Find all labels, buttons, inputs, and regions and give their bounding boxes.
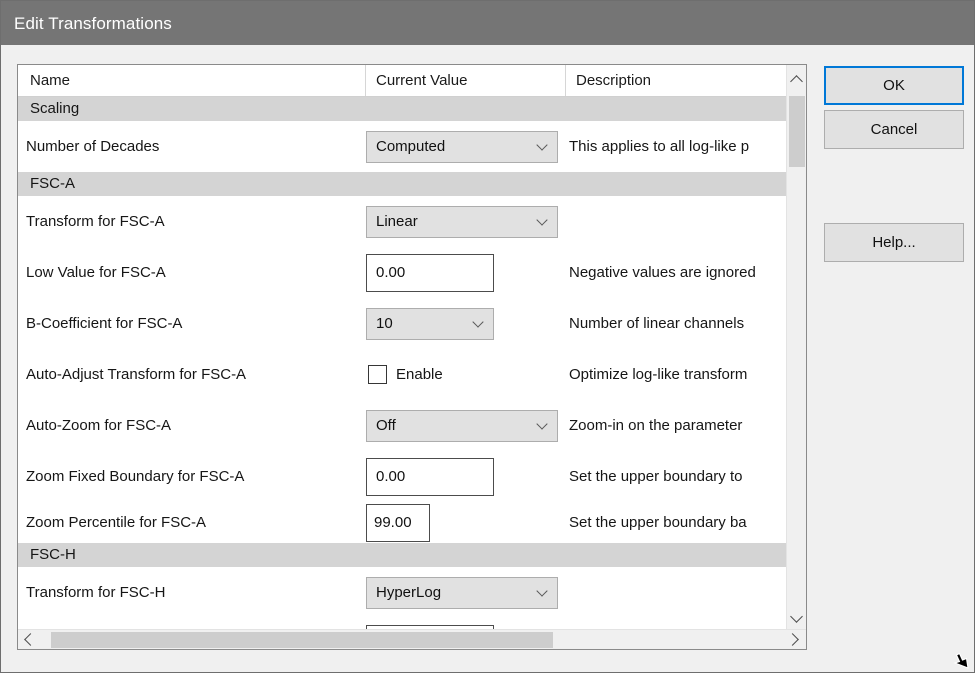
resize-nwse-cursor — [952, 650, 970, 670]
table-row: Auto-Zoom for FSC-A Off Zoom-in on the par… — [18, 400, 788, 451]
transformations-grid-panel: Name Current Value Description ScalingNu… — [17, 64, 807, 650]
grid-header-row: Name Current Value Description — [18, 65, 788, 97]
row-description: Set the upper boundary to — [569, 451, 788, 502]
row-value-cell: Enable — [366, 349, 566, 400]
table-row: Transform for FSC-A Linear — [18, 196, 788, 247]
dropdown-b-coefficient-for-fsc-a[interactable]: 10 — [366, 308, 494, 340]
chevron-down-icon — [790, 610, 803, 623]
dropdown-value: HyperLog — [376, 584, 441, 601]
row-name-label: Low Value for FSC-A — [26, 247, 166, 298]
scroll-down-button[interactable] — [787, 608, 806, 627]
dropdown-value: Linear — [376, 213, 418, 230]
row-value-cell: 10 — [366, 298, 566, 349]
row-description: Optimize log-like transform — [569, 349, 788, 400]
row-description: Zoom-in on the parameter — [569, 400, 788, 451]
row-description: Set the upper boundary ba — [569, 502, 788, 543]
section-header-row: Scaling — [18, 97, 788, 121]
input-zoom-fixed-boundary-for-fsc-a[interactable]: 0.00 — [366, 458, 494, 496]
table-row: B-Coefficient for FSC-A 10 Number of linea… — [18, 298, 788, 349]
table-row: Auto-Adjust Transform for FSC-A Enable Opt… — [18, 349, 788, 400]
row-value-cell: 0.00 — [366, 247, 566, 298]
dropdown-value: Computed — [376, 138, 445, 155]
row-value-cell: Computed — [366, 121, 566, 172]
scroll-right-button[interactable] — [783, 630, 803, 649]
dropdown-auto-zoom-for-fsc-a[interactable]: Off — [366, 410, 558, 442]
horizontal-scrollbar-thumb[interactable] — [51, 632, 553, 648]
chevron-down-icon — [538, 216, 548, 226]
dropdown-value: Off — [376, 417, 396, 434]
checkbox-label: Enable — [396, 366, 443, 383]
edit-transformations-dialog: Edit Transformations Name Current Value … — [0, 0, 975, 673]
window-title: Edit Transformations — [14, 14, 172, 34]
section-header-row: FSC-H — [18, 543, 788, 567]
row-description: Negative values are ignored — [569, 247, 788, 298]
row-description: Number of linear channels — [569, 298, 788, 349]
row-name-label: Number of Decades — [26, 121, 159, 172]
input-zoom-percentile-for-fsc-a[interactable]: 99.00 — [366, 504, 430, 542]
grid-rows: ScalingNumber of Decades Computed This app… — [18, 97, 788, 631]
table-row: Number of Decades Computed This applies to… — [18, 121, 788, 172]
row-name-label: Auto-Zoom for FSC-A — [26, 400, 171, 451]
table-row: Zoom Fixed Boundary for FSC-A 0.00 Set the… — [18, 451, 788, 502]
chevron-down-icon — [538, 420, 548, 430]
row-name-label: Transform for FSC-H — [26, 567, 165, 618]
dropdown-transform-for-fsc-a[interactable]: Linear — [366, 206, 558, 238]
row-name-label: Zoom Percentile for FSC-A — [26, 502, 206, 543]
row-name-label: Zoom Fixed Boundary for FSC-A — [26, 451, 244, 502]
dropdown-number-of-decades[interactable]: Computed — [366, 131, 558, 163]
checkbox-auto-adjust-transform-for-fsc-a[interactable]: Enable — [366, 365, 443, 384]
scroll-left-button[interactable] — [20, 630, 40, 649]
row-name-label: Transform for FSC-A — [26, 196, 165, 247]
vertical-scrollbar-thumb[interactable] — [789, 96, 805, 167]
dropdown-value: 10 — [376, 315, 393, 332]
ok-button[interactable]: OK — [824, 66, 964, 105]
section-header-label: FSC-H — [30, 543, 76, 567]
chevron-down-icon — [538, 141, 548, 151]
row-value-cell: HyperLog — [366, 567, 566, 618]
row-name-label: B-Coefficient for FSC-A — [26, 298, 182, 349]
chevron-up-icon — [790, 75, 803, 88]
row-name-label: Auto-Adjust Transform for FSC-A — [26, 349, 246, 400]
row-value-cell: 0.00 — [366, 451, 566, 502]
column-header-description[interactable]: Description — [566, 65, 788, 96]
vertical-scrollbar[interactable] — [786, 65, 806, 631]
dropdown-transform-for-fsc-h[interactable]: HyperLog — [366, 577, 558, 609]
row-description — [569, 196, 788, 247]
grid-viewport: Name Current Value Description ScalingNu… — [18, 65, 788, 631]
section-header-row: FSC-A — [18, 172, 788, 196]
cancel-button[interactable]: Cancel — [824, 110, 964, 149]
scroll-up-button[interactable] — [787, 70, 806, 89]
title-bar: Edit Transformations — [1, 1, 974, 45]
checkbox-box[interactable] — [368, 365, 387, 384]
chevron-right-icon — [786, 633, 799, 646]
help-button[interactable]: Help... — [824, 223, 964, 262]
chevron-down-icon — [474, 318, 484, 328]
table-row: Zoom Percentile for FSC-A 99.00 Set the up… — [18, 502, 788, 543]
input-low-value-for-fsc-a[interactable]: 0.00 — [366, 254, 494, 292]
section-header-label: FSC-A — [30, 172, 75, 196]
horizontal-scrollbar[interactable] — [18, 629, 806, 649]
chevron-left-icon — [24, 633, 37, 646]
row-value-cell: Off — [366, 400, 566, 451]
table-row: Low Value for FSC-A 0.00 Negative values a… — [18, 247, 788, 298]
section-header-label: Scaling — [30, 97, 79, 121]
column-header-name[interactable]: Name — [18, 65, 366, 96]
row-value-cell: 99.00 — [366, 502, 566, 543]
chevron-down-icon — [538, 587, 548, 597]
column-header-current-value[interactable]: Current Value — [366, 65, 566, 96]
row-description — [569, 567, 788, 618]
row-value-cell: Linear — [366, 196, 566, 247]
table-row: Transform for FSC-H HyperLog — [18, 567, 788, 618]
row-description: This applies to all log-like p — [569, 121, 788, 172]
